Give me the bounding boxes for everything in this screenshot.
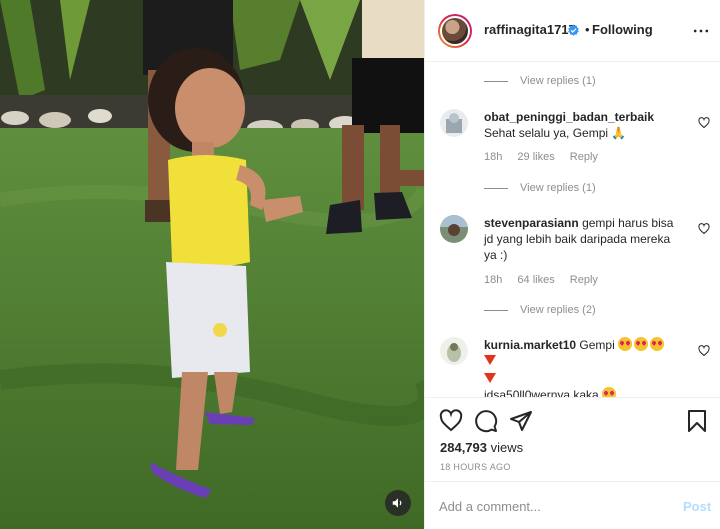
comment-time: 18h [484,151,503,163]
header-separator: • [585,22,590,37]
post-timestamp[interactable]: 18 HOURS AGO [440,462,511,472]
commenter-avatar[interactable] [440,215,468,243]
commenter-username[interactable]: kurnia.market10 [484,338,576,352]
comment-emoji: 🙏 [611,126,627,140]
heart-icon[interactable] [698,345,710,357]
comment-item: stevenparasiann gempi harus bisa jd yang… [440,215,710,291]
add-comment-input[interactable] [439,496,669,516]
views-number: 284,793 [440,440,487,455]
comment-item: obat_peninggi_badan_terbaik Sehat selalu… [440,109,710,169]
comments-list[interactable]: View replies (1) obat_peninggi_badan_ter… [425,63,720,397]
comment-meta: 18h 64 likes Reply [484,274,610,286]
commenter-avatar[interactable] [440,337,468,365]
heart-icon[interactable] [439,409,463,433]
share-icon[interactable] [509,409,533,433]
comment-item: kurnia.market10 Gempi idsa50ll0wernya ka… [440,337,710,397]
heart-eyes-emoji-icon [602,387,617,397]
comment-likes[interactable]: 64 likes [517,274,554,286]
verified-badge-icon [568,24,579,36]
view-replies-button[interactable]: View replies (1) [484,180,596,196]
comment-meta: 18h 29 likes Reply [484,151,610,163]
comment-text: Sehat selalu ya, Gempi [484,126,609,140]
heart-icon[interactable] [698,223,710,235]
comment-likes[interactable]: 29 likes [517,151,554,163]
comment-extra-text: idsa50ll0wernya kaka [484,388,599,397]
post-details-panel: raffinagita1717 • Following View replies… [424,0,720,529]
video-frame [0,0,424,529]
comment-icon[interactable] [474,409,498,433]
post-video[interactable] [0,0,424,529]
add-comment-bar: Post [425,481,720,529]
view-replies-label: View replies (1) [520,75,596,87]
heart-icon[interactable] [698,117,710,129]
heart-eyes-emoji-icon [650,337,665,351]
view-replies-button[interactable]: View replies (2) [484,302,596,318]
view-replies-label: View replies (2) [520,304,596,316]
bookmark-icon[interactable] [685,409,709,433]
commenter-avatar[interactable] [440,109,468,137]
mute-toggle-button[interactable] [385,490,411,516]
view-replies-button[interactable]: View replies (1) [484,73,596,89]
reply-button[interactable]: Reply [570,274,598,286]
views-suffix: views [487,440,524,455]
commenter-username[interactable]: obat_peninggi_badan_terbaik [484,110,654,124]
more-options-icon[interactable] [691,21,711,41]
post-comment-button[interactable]: Post [683,499,711,514]
commenter-username[interactable]: stevenparasiann [484,216,579,230]
comment-text: Gempi [579,338,615,352]
view-replies-label: View replies (1) [520,182,596,194]
reply-button[interactable]: Reply [570,151,598,163]
red-triangle-emoji-icon [484,373,496,383]
post-header: raffinagita1717 • Following [425,0,720,62]
post-actions: 284,793 views 18 HOURS AGO [425,397,720,481]
author-avatar[interactable] [438,14,472,48]
following-button[interactable]: Following [592,22,653,37]
red-triangle-emoji-icon [484,355,496,365]
author-username[interactable]: raffinagita1717 [484,22,576,37]
heart-eyes-emoji-icon [618,337,633,351]
heart-eyes-emoji-icon [634,337,649,351]
comment-time: 18h [484,274,503,286]
views-count[interactable]: 284,793 views [440,440,523,455]
speaker-icon [392,498,402,508]
